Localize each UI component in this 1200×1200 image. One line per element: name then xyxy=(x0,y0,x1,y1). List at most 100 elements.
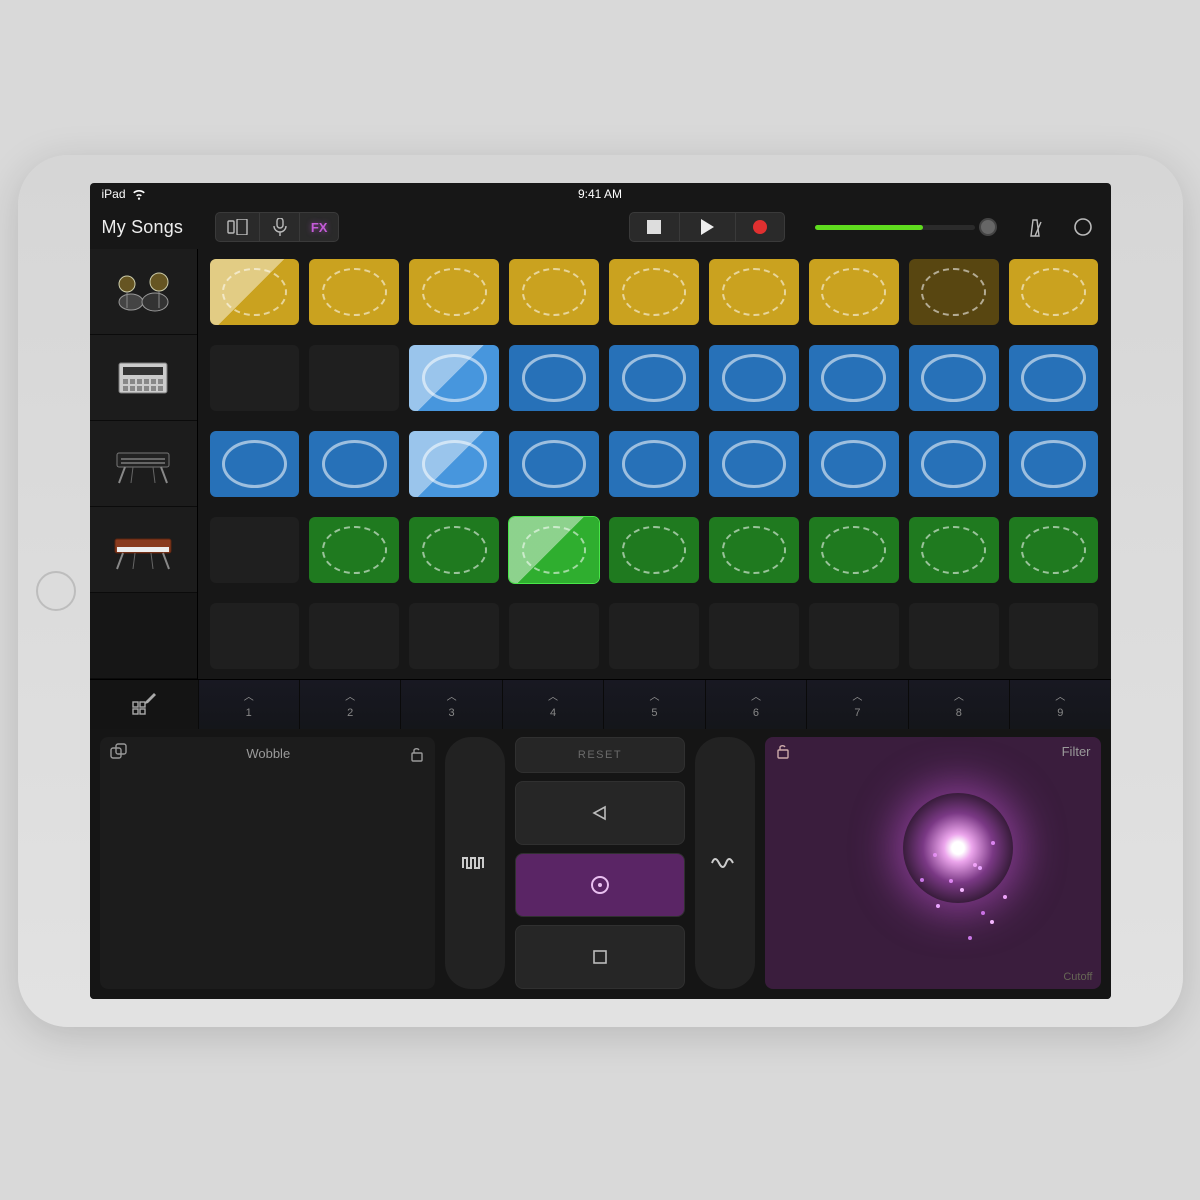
fx-panel: Wobble RESET xyxy=(90,729,1111,999)
loop-cell[interactable] xyxy=(709,431,799,497)
toolbar: My Songs FX xyxy=(90,205,1111,249)
chevron-up-icon: ︿ xyxy=(852,688,862,703)
loop-cell[interactable] xyxy=(210,431,300,497)
loop-cell[interactable] xyxy=(210,603,300,669)
scene-trigger[interactable]: ︿7 xyxy=(806,680,907,729)
volume-thumb[interactable] xyxy=(979,218,997,236)
pitch-strip[interactable] xyxy=(695,737,755,989)
loop-cell[interactable] xyxy=(509,259,599,325)
loop-cell[interactable] xyxy=(210,259,300,325)
loop-cell[interactable] xyxy=(1009,259,1099,325)
live-loops-grid xyxy=(90,249,1111,679)
track-sampler[interactable] xyxy=(90,335,197,421)
track-drums[interactable] xyxy=(90,249,197,335)
loop-cell[interactable] xyxy=(210,345,300,411)
fx-left-name: Wobble xyxy=(246,746,290,761)
loop-cell[interactable] xyxy=(709,517,799,583)
loop-cell[interactable] xyxy=(609,517,699,583)
loop-cell[interactable] xyxy=(709,603,799,669)
loop-cell[interactable] xyxy=(509,345,599,411)
loop-cell[interactable] xyxy=(409,345,499,411)
scene-trigger[interactable]: ︿3 xyxy=(400,680,501,729)
loop-cell[interactable] xyxy=(809,431,899,497)
play-button[interactable] xyxy=(679,212,735,242)
chevron-up-icon: ︿ xyxy=(548,688,558,703)
reverse-button[interactable] xyxy=(515,781,685,845)
loop-cell[interactable] xyxy=(409,603,499,669)
loop-cell[interactable] xyxy=(309,517,399,583)
back-button[interactable]: My Songs xyxy=(102,217,184,238)
loop-cell[interactable] xyxy=(909,259,999,325)
tape-stop-button[interactable] xyxy=(515,925,685,989)
loop-cell[interactable] xyxy=(509,431,599,497)
loop-cell[interactable] xyxy=(210,517,300,583)
record-button[interactable] xyxy=(735,212,785,242)
loop-cell[interactable] xyxy=(309,259,399,325)
gate-strip[interactable] xyxy=(445,737,505,989)
fx-xy-left[interactable]: Wobble xyxy=(100,737,436,989)
track-synth[interactable] xyxy=(90,507,197,593)
metronome-icon[interactable] xyxy=(1015,212,1055,242)
loop-cell[interactable] xyxy=(609,603,699,669)
loop-cell[interactable] xyxy=(1009,431,1099,497)
loop-cell[interactable] xyxy=(1009,345,1099,411)
settings-icon[interactable] xyxy=(1067,212,1099,242)
loop-cell[interactable] xyxy=(709,259,799,325)
loop-cell[interactable] xyxy=(809,517,899,583)
loop-cell[interactable] xyxy=(1009,517,1099,583)
lock-icon[interactable] xyxy=(409,746,425,762)
scene-trigger[interactable]: ︿5 xyxy=(603,680,704,729)
xy-touch-point xyxy=(903,793,1013,903)
app-screen: iPad 9:41 AM My Songs FX xyxy=(90,183,1111,999)
loop-cell[interactable] xyxy=(309,603,399,669)
loop-cell[interactable] xyxy=(609,259,699,325)
scene-trigger[interactable]: ︿8 xyxy=(908,680,1009,729)
scene-trigger[interactable]: ︿1 xyxy=(198,680,299,729)
loop-cell[interactable] xyxy=(409,259,499,325)
loop-cell[interactable] xyxy=(809,603,899,669)
reset-button[interactable]: RESET xyxy=(515,737,685,773)
loop-cell[interactable] xyxy=(909,345,999,411)
wifi-icon xyxy=(132,187,146,201)
fx-xy-right[interactable]: Filter Cutoff xyxy=(765,737,1101,989)
scratch-button[interactable] xyxy=(515,853,685,917)
loop-cell[interactable] xyxy=(709,345,799,411)
scene-number: 7 xyxy=(854,707,860,719)
edit-grid-icon[interactable] xyxy=(90,680,198,729)
scene-number: 3 xyxy=(449,707,455,719)
scene-trigger[interactable]: ︿9 xyxy=(1009,680,1110,729)
loop-cell[interactable] xyxy=(909,603,999,669)
scene-trigger[interactable]: ︿2 xyxy=(299,680,400,729)
randomize-icon[interactable] xyxy=(110,743,128,764)
scene-trigger[interactable]: ︿6 xyxy=(705,680,806,729)
loop-cell[interactable] xyxy=(609,431,699,497)
loop-cell[interactable] xyxy=(409,431,499,497)
sampler-icon xyxy=(108,355,178,401)
workspace: ︿1︿2︿3︿4︿5︿6︿7︿8︿9 Wobble xyxy=(90,249,1111,999)
volume-track[interactable] xyxy=(815,225,975,230)
track-keyboard[interactable] xyxy=(90,421,197,507)
lock-icon[interactable] xyxy=(775,743,791,759)
loop-cell[interactable] xyxy=(1009,603,1099,669)
scene-trigger[interactable]: ︿4 xyxy=(502,680,603,729)
loop-cell[interactable] xyxy=(809,259,899,325)
loop-cell[interactable] xyxy=(909,431,999,497)
fx-button[interactable]: FX xyxy=(299,212,339,242)
loop-cell[interactable] xyxy=(809,345,899,411)
stop-button[interactable] xyxy=(629,212,679,242)
browser-icon[interactable] xyxy=(215,212,259,242)
loop-cell[interactable] xyxy=(609,345,699,411)
loop-cell[interactable] xyxy=(409,517,499,583)
loop-cell[interactable] xyxy=(309,345,399,411)
loop-cell[interactable] xyxy=(509,517,599,583)
fx-center: RESET xyxy=(445,737,755,989)
chevron-up-icon: ︿ xyxy=(751,688,761,703)
loop-cell[interactable] xyxy=(909,517,999,583)
volume-slider[interactable] xyxy=(815,218,997,236)
home-button[interactable] xyxy=(36,571,76,611)
chevron-up-icon: ︿ xyxy=(244,688,254,703)
loop-cell[interactable] xyxy=(309,431,399,497)
mic-icon[interactable] xyxy=(259,212,299,242)
loop-cell[interactable] xyxy=(509,603,599,669)
scene-number: 1 xyxy=(246,707,252,719)
